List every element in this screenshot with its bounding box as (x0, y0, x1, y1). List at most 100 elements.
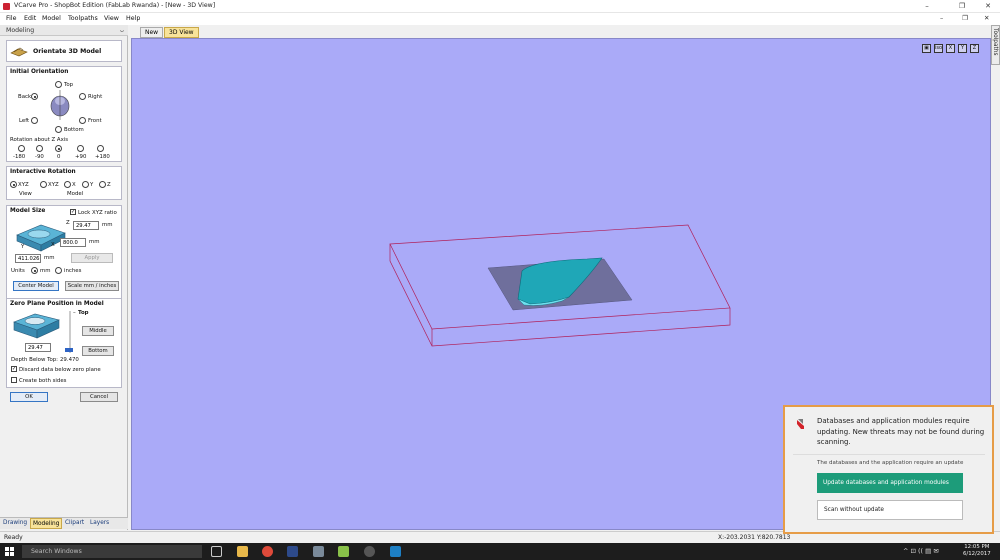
taskbar-clock[interactable]: 12:05 PM 6/12/2017 (963, 544, 991, 558)
initial-orientation-title: Initial Orientation (10, 69, 69, 75)
chrome-icon[interactable] (262, 546, 273, 557)
zero-plane-input[interactable]: 29.47 (25, 343, 51, 352)
scan-without-update-button[interactable]: Scan without update (817, 500, 963, 520)
orientation-bottom-label: Bottom (64, 127, 84, 133)
clock-time: 12:05 PM (964, 544, 990, 550)
z-unit-label: mm (102, 222, 113, 228)
orientation-right-radio[interactable] (79, 93, 86, 100)
both-sides-checkbox[interactable] (11, 377, 17, 383)
rotation-model-caption: Model (67, 191, 84, 197)
tab-layers[interactable]: Layers (88, 518, 111, 529)
app-icon-7[interactable] (364, 546, 375, 557)
orientate-model-icon (10, 47, 28, 57)
zero-plane-bottom-button[interactable]: Bottom (82, 346, 114, 356)
task-view-icon[interactable] (211, 546, 222, 557)
pin-icon[interactable]: ᴗ (120, 26, 124, 34)
zero-plane-slider-handle[interactable] (65, 348, 73, 352)
tab-drawing[interactable]: Drawing (1, 518, 29, 529)
taskbar-search[interactable]: Search Windows (22, 545, 202, 558)
orientation-bottom-radio[interactable] (55, 126, 62, 133)
lock-ratio-checkbox[interactable]: ✓ (70, 209, 76, 215)
rotation-plus180-radio[interactable] (97, 145, 104, 152)
minimize-button[interactable]: – (915, 0, 939, 13)
orientation-top-radio[interactable] (55, 81, 62, 88)
discard-data-checkbox[interactable]: ✓ (11, 366, 17, 372)
units-inches-radio[interactable] (55, 267, 62, 274)
tool-title-box: Orientate 3D Model (6, 40, 122, 62)
doc-minimize-button[interactable]: – (940, 14, 943, 22)
ok-button[interactable]: OK (10, 392, 48, 402)
title-bar: VCarve Pro - ShopBot Edition (FabLab Rwa… (0, 0, 1000, 13)
window-title: VCarve Pro - ShopBot Edition (FabLab Rwa… (14, 2, 216, 9)
center-model-button[interactable]: Center Model (13, 281, 59, 291)
orientation-back-radio[interactable] (31, 93, 38, 100)
menu-help[interactable]: Help (126, 15, 140, 22)
scale-units-button[interactable]: Scale mm / inches (65, 281, 119, 291)
both-sides-label: Create both sides (19, 378, 67, 384)
z-size-input[interactable]: 29.47 (73, 221, 99, 230)
rotation-y-radio[interactable] (82, 181, 89, 188)
menu-view[interactable]: View (104, 15, 119, 22)
panel-header-label: Modeling (6, 27, 35, 34)
notification-message: Databases and application modules requir… (817, 417, 985, 446)
doc-close-button[interactable]: ✕ (984, 14, 989, 22)
units-mm-label: mm (40, 268, 51, 274)
rotation-plus90-radio[interactable] (77, 145, 84, 152)
toolpaths-tab-label: Toolpaths (992, 28, 998, 56)
toolpaths-side-tab[interactable]: Toolpaths (991, 25, 1000, 65)
x-size-input[interactable]: 800.0 (60, 238, 86, 247)
doc-restore-button[interactable]: ❐ (962, 14, 968, 22)
rotation-minus180-radio[interactable] (18, 145, 25, 152)
tab-modeling[interactable]: Modeling (30, 518, 63, 529)
zero-plane-preview (13, 313, 60, 339)
orientation-front-label: Front (88, 118, 102, 124)
apply-button[interactable]: Apply (71, 253, 113, 263)
rotation-z-radio[interactable] (99, 181, 106, 188)
rotation-0-radio[interactable] (55, 145, 62, 152)
close-button[interactable]: ✕ (976, 0, 1000, 13)
units-mm-radio[interactable] (31, 267, 38, 274)
app-icon-8[interactable] (390, 546, 401, 557)
app-icon-6[interactable] (338, 546, 349, 557)
menu-toolpaths[interactable]: Toolpaths (68, 15, 98, 22)
rotation-minus90-radio[interactable] (36, 145, 43, 152)
rotation-plus180-label: +180 (95, 154, 110, 160)
y-size-input[interactable]: 411.026 (15, 254, 41, 263)
tab-3d-view[interactable]: 3D View (164, 27, 199, 38)
restore-button[interactable]: ❐ (950, 0, 974, 13)
rotation-y-label: Y (90, 182, 94, 188)
update-databases-button[interactable]: Update databases and application modules (817, 473, 963, 493)
tab-clipart[interactable]: Clipart (63, 518, 86, 529)
vcarve-icon[interactable] (287, 546, 298, 557)
depth-below-top-value: 29.470 (60, 357, 79, 363)
orientation-back-label: Back (18, 94, 32, 100)
z-axis-label: Z (66, 220, 70, 226)
menu-edit[interactable]: Edit (24, 15, 36, 22)
zero-plane-slider-track[interactable] (69, 311, 71, 353)
rotation-model-xyz-radio[interactable] (40, 181, 47, 188)
menu-bar: File Edit Model Toolpaths View Help – ❐ … (0, 13, 1000, 25)
orientation-left-radio[interactable] (31, 117, 38, 124)
modeling-panel: Modeling ᴗ Orientate 3D Model Initial Or… (0, 25, 128, 530)
panel-header: Modeling ᴗ (0, 25, 128, 36)
file-explorer-icon[interactable] (237, 546, 248, 557)
interactive-rotation-group: Interactive Rotation XYZ XYZ X Y Z View … (6, 166, 122, 200)
units-inches-label: inches (64, 268, 82, 274)
cursor-coordinates: X:-203.2031 Y:820.7813 (718, 534, 791, 541)
rotation-z-label: Rotation about Z Axis (10, 137, 69, 143)
panel-bottom-tabs: Drawing Modeling Clipart Layers (0, 517, 128, 529)
orientation-front-radio[interactable] (79, 117, 86, 124)
windows-start-icon[interactable] (5, 547, 14, 556)
rotation-x-radio[interactable] (64, 181, 71, 188)
orientation-right-label: Right (88, 94, 103, 100)
app-icon-5[interactable] (313, 546, 324, 557)
tab-new[interactable]: New (140, 27, 164, 38)
windows-taskbar: Search Windows ^ ⊡ (( ▤ ✉ 12:05 PM 6/12/… (0, 543, 1000, 560)
menu-file[interactable]: File (6, 15, 17, 22)
system-tray-icons[interactable]: ^ ⊡ (( ▤ ✉ (903, 547, 939, 555)
rotation-view-xyz-radio[interactable] (10, 181, 17, 188)
menu-model[interactable]: Model (42, 15, 61, 22)
zero-plane-middle-button[interactable]: Middle (82, 326, 114, 336)
zero-plane-top-label: Top (78, 310, 89, 316)
cancel-button[interactable]: Cancel (80, 392, 118, 402)
